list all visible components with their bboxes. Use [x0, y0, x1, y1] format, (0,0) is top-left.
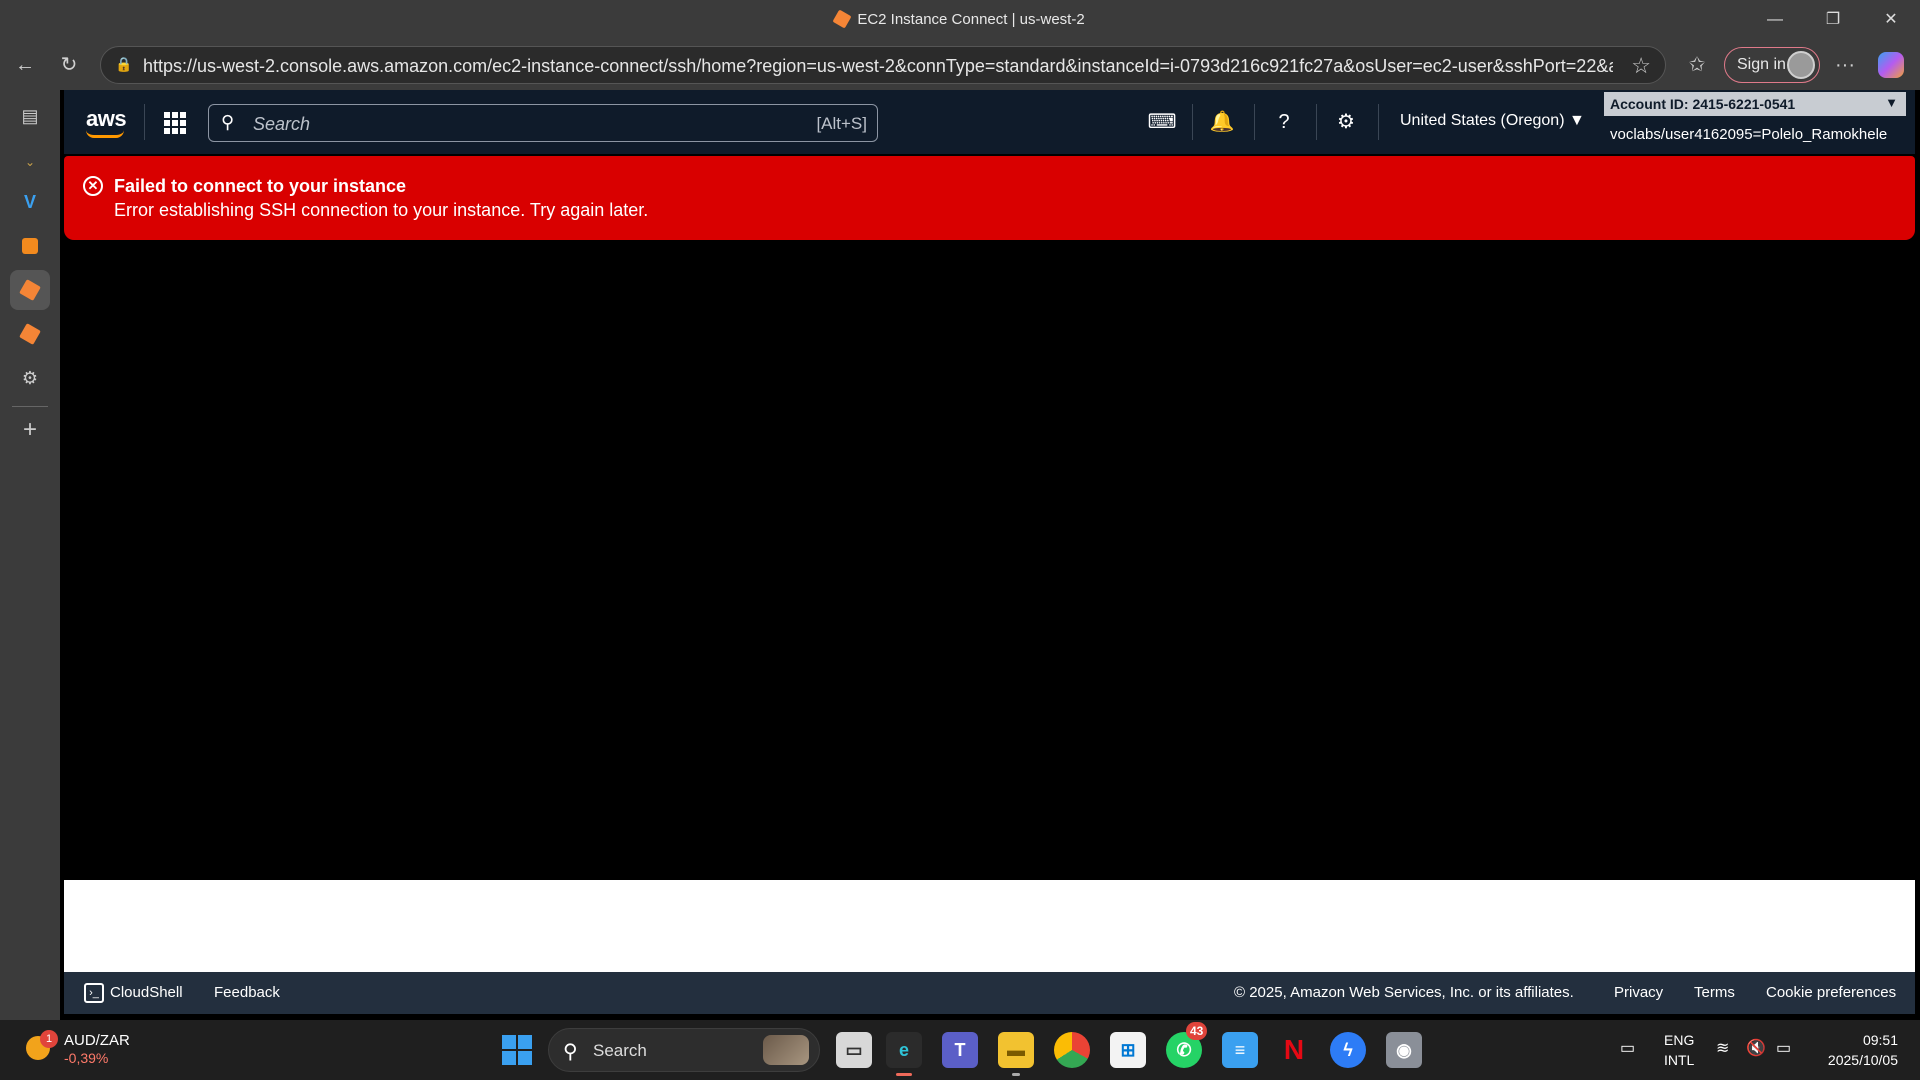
privacy-link[interactable]: Privacy: [1614, 984, 1663, 1001]
volume-muted-icon[interactable]: 🔇: [1746, 1038, 1766, 1058]
refresh-icon[interactable]: ↻: [56, 52, 82, 78]
nav-divider: [1316, 104, 1317, 140]
ssh-terminal[interactable]: [64, 240, 1915, 880]
error-message: Error establishing SSH connection to you…: [114, 200, 649, 220]
terms-link[interactable]: Terms: [1694, 984, 1735, 1001]
taskbar-search[interactable]: ⚲ Search: [548, 1028, 820, 1072]
window-title: EC2 Instance Connect | us-west-2: [0, 9, 1920, 29]
notification-badge: 1: [40, 1030, 58, 1048]
help-icon[interactable]: ?: [1268, 106, 1300, 138]
window-title-text: EC2 Instance Connect | us-west-2: [857, 11, 1085, 28]
error-title: Failed to connect to your instance: [114, 176, 407, 196]
tablet-mode-icon[interactable]: ▭: [1620, 1038, 1635, 1058]
wifi-icon[interactable]: ≋: [1716, 1038, 1729, 1058]
search-icon: ⚲: [221, 112, 235, 132]
more-menu-icon[interactable]: ···: [1832, 52, 1858, 78]
nav-divider: [144, 104, 145, 140]
tab-actions-icon[interactable]: ▤: [10, 96, 50, 136]
lang-code: ENG: [1664, 1032, 1695, 1048]
vertical-tab-orange-icon[interactable]: [10, 226, 50, 266]
start-button-windows-icon[interactable]: [502, 1035, 532, 1065]
clock-date: 2025/10/05: [1827, 1052, 1898, 1068]
terminal-bottom-panel: [64, 880, 1915, 972]
cloudshell-icon[interactable]: ⌨: [1146, 106, 1178, 138]
whatsapp-icon[interactable]: ✆ 43: [1166, 1022, 1208, 1068]
aws-top-nav: aws ⚲ Search [Alt+S] ⌨ 🔔 ? ⚙ United Stat…: [64, 90, 1915, 154]
ticker-symbol: AUD/ZAR: [64, 1032, 130, 1049]
favorites-icon[interactable]: ✩: [1684, 52, 1710, 78]
ticker-change: -0,39%: [64, 1050, 109, 1066]
search-icon: ⚲: [563, 1041, 578, 1063]
search-highlight-image: [763, 1035, 809, 1065]
collapse-chevron-icon[interactable]: ⌄: [10, 142, 50, 182]
url-text[interactable]: https://us-west-2.console.aws.amazon.com…: [143, 56, 1613, 77]
clock-time: 09:51: [1862, 1032, 1898, 1048]
address-bar[interactable]: 🔒 https://us-west-2.console.aws.amazon.c…: [100, 46, 1666, 84]
vertical-tab-chatgpt-icon[interactable]: ⚙: [10, 358, 50, 398]
nav-divider: [1192, 104, 1193, 140]
task-view-icon[interactable]: ▭: [836, 1032, 872, 1068]
cloudshell-footer-icon[interactable]: ›_: [84, 983, 104, 1003]
edge-browser-icon[interactable]: e: [886, 1032, 922, 1076]
nav-divider: [1254, 104, 1255, 140]
favorite-star-icon[interactable]: ☆: [1631, 53, 1651, 79]
maximize-button[interactable]: ❐: [1810, 6, 1856, 34]
cloudshell-link[interactable]: CloudShell: [110, 984, 183, 1001]
browser-sidebar: ▤ ⌄ V ⚙ +: [0, 90, 60, 1020]
aws-logo-text: aws: [86, 106, 127, 131]
microsoft-store-icon[interactable]: ⊞: [1110, 1032, 1146, 1068]
back-arrow-icon[interactable]: ←: [12, 52, 38, 78]
window-titlebar: EC2 Instance Connect | us-west-2 — ❐ ✕: [0, 0, 1920, 40]
error-banner: ✕ Failed to connect to your instance Err…: [64, 156, 1915, 240]
aws-ec2-favicon-icon: [832, 9, 852, 29]
messenger-icon[interactable]: ϟ: [1330, 1032, 1366, 1068]
new-tab-plus-icon[interactable]: +: [10, 410, 50, 450]
aws-search-input[interactable]: ⚲ Search [Alt+S]: [208, 104, 878, 142]
nav-divider: [1378, 104, 1379, 140]
whatsapp-badge: 43: [1186, 1022, 1208, 1040]
aws-logo[interactable]: aws: [86, 106, 127, 138]
sidebar-divider: [12, 406, 48, 407]
sign-in-label: Sign in: [1737, 56, 1786, 73]
close-button[interactable]: ✕: [1868, 6, 1914, 34]
cookie-preferences-link[interactable]: Cookie preferences: [1766, 984, 1896, 1001]
notifications-bell-icon[interactable]: 🔔: [1206, 106, 1238, 138]
camera-icon[interactable]: ◉: [1386, 1032, 1422, 1068]
notepad-icon[interactable]: ≡: [1222, 1032, 1258, 1068]
windows-taskbar: 1 AUD/ZAR -0,39% ⚲ Search ▭ e T ▬ ⊞ ✆ 43…: [0, 1020, 1920, 1080]
account-menu[interactable]: Account ID: 2415-6221-0541 ▼: [1604, 92, 1906, 116]
copyright-text: © 2025, Amazon Web Services, Inc. or its…: [1234, 984, 1574, 1001]
account-id: Account ID: 2415-6221-0541: [1610, 96, 1796, 112]
language-indicator[interactable]: ENG INTL: [1664, 1030, 1694, 1070]
netflix-icon[interactable]: N: [1276, 1032, 1312, 1068]
user-role[interactable]: voclabs/user4162095=Polelo_Ramokhele: [1610, 126, 1887, 143]
lock-icon: 🔒: [115, 56, 133, 72]
ticker-widget[interactable]: 1 AUD/ZAR -0,39%: [22, 1030, 182, 1072]
error-circle-x-icon: ✕: [83, 176, 103, 196]
sign-in-button[interactable]: Sign in: [1724, 47, 1820, 83]
settings-gear-icon[interactable]: ⚙: [1330, 106, 1362, 138]
feedback-link[interactable]: Feedback: [214, 984, 280, 1001]
browser-toolbar: ← ↻ 🔒 https://us-west-2.console.aws.amaz…: [0, 40, 1920, 90]
teams-icon[interactable]: T: [942, 1032, 978, 1068]
services-grid-icon[interactable]: [164, 112, 186, 134]
vertical-tab-ec2-icon[interactable]: [10, 314, 50, 354]
caret-down-icon: ▼: [1885, 95, 1898, 110]
vertical-tab-v-icon[interactable]: V: [10, 182, 50, 222]
copilot-icon[interactable]: [1878, 52, 1904, 78]
chrome-icon[interactable]: [1054, 1032, 1090, 1068]
avatar-icon: [1787, 51, 1815, 79]
minimize-button[interactable]: —: [1752, 6, 1798, 34]
battery-icon[interactable]: ▭: [1776, 1038, 1791, 1058]
search-shortcut-hint: [Alt+S]: [816, 114, 867, 133]
vertical-tab-ec2-active-icon[interactable]: [10, 270, 50, 310]
system-clock[interactable]: 09:51 2025/10/05: [1818, 1030, 1898, 1070]
keyboard-layout: INTL: [1664, 1052, 1695, 1068]
search-placeholder: Search: [253, 114, 311, 134]
file-explorer-icon[interactable]: ▬: [998, 1032, 1034, 1076]
taskbar-search-label: Search: [593, 1041, 647, 1060]
aws-smile-icon: [86, 130, 124, 138]
aws-footer: ›_ CloudShell Feedback © 2025, Amazon We…: [64, 972, 1915, 1014]
region-selector[interactable]: United States (Oregon) ▼: [1400, 112, 1585, 130]
